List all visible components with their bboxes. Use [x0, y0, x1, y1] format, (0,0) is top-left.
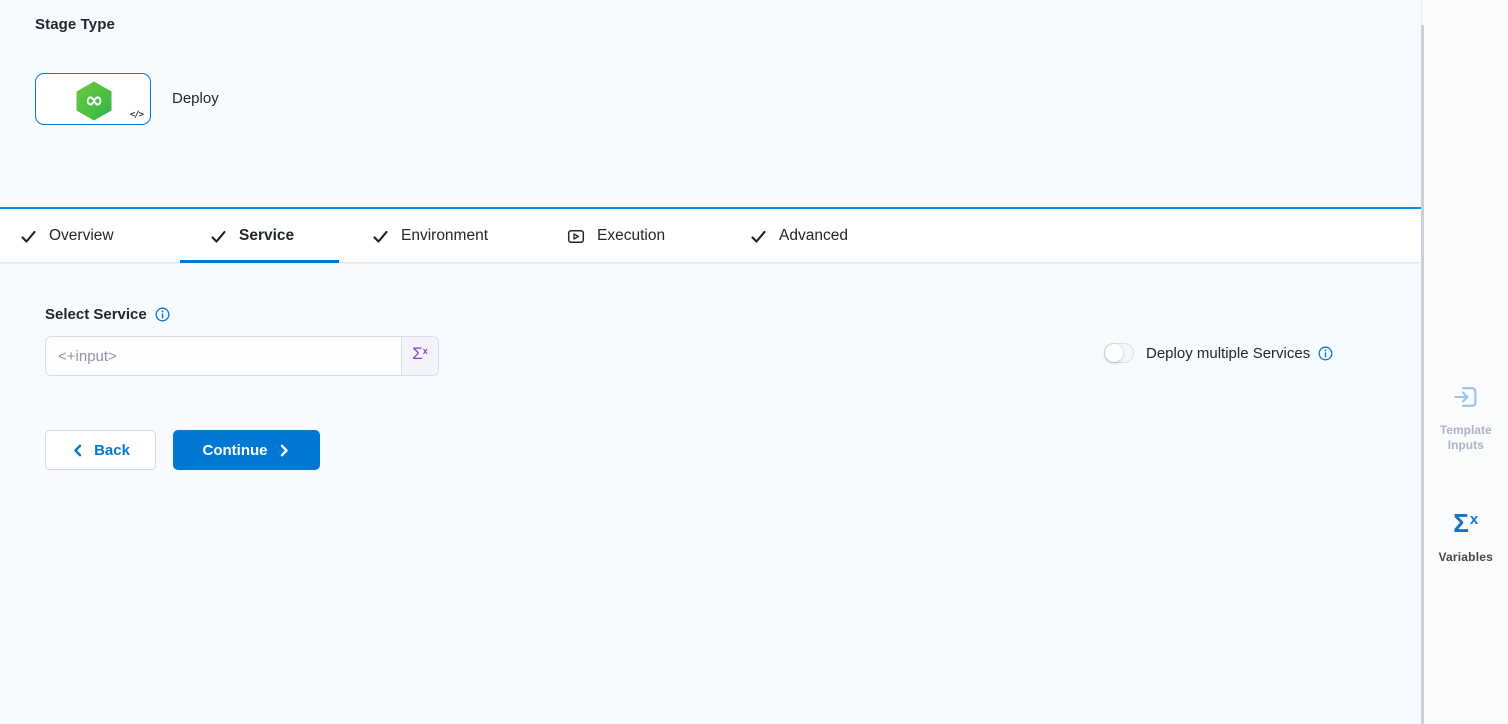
active-tab-underline — [180, 260, 339, 263]
select-service-label: Select Service — [45, 306, 147, 323]
info-icon[interactable] — [1318, 346, 1333, 361]
variables-sigma-icon: Σ x — [1453, 508, 1478, 538]
deploy-multiple-services-row: Deploy multiple Services — [1104, 343, 1333, 363]
deploy-multiple-services-toggle[interactable] — [1104, 343, 1134, 363]
template-inputs-icon — [1452, 383, 1480, 411]
sigma-sup-glyph: x — [423, 346, 428, 356]
chevron-right-icon — [277, 443, 291, 458]
stage-type-label: Stage Type — [35, 16, 115, 33]
deploy-stage-card[interactable]: ∞ </> — [35, 73, 151, 125]
variables-label: Variables — [1430, 550, 1502, 565]
stage-name: Deploy — [172, 90, 219, 107]
check-icon — [210, 228, 227, 245]
stage-type-section: Stage Type ∞ </> Deploy — [0, 0, 1421, 207]
continue-button-label: Continue — [203, 442, 268, 459]
chevron-left-icon — [71, 443, 85, 458]
tab-advanced-label: Advanced — [779, 227, 848, 245]
service-tab-content — [0, 264, 1421, 724]
tab-execution-label: Execution — [597, 227, 665, 245]
right-rail: Template Inputs Σ x Variables — [1424, 0, 1508, 724]
execution-icon — [567, 228, 585, 245]
select-service-input[interactable] — [46, 337, 401, 375]
back-button[interactable]: Back — [45, 430, 156, 470]
svg-text:∞: ∞ — [85, 89, 103, 114]
stage-tabbar: Overview Service Environment Execution — [0, 209, 1421, 263]
template-inputs-button[interactable]: Template Inputs — [1424, 383, 1508, 453]
continue-button[interactable]: Continue — [173, 430, 320, 470]
tab-overview[interactable]: Overview — [20, 209, 114, 263]
template-inputs-label: Template Inputs — [1430, 423, 1502, 453]
runtime-input-sigma-button[interactable]: Σ x — [401, 337, 438, 375]
deploy-multiple-services-label: Deploy multiple Services — [1146, 345, 1310, 362]
tab-service[interactable]: Service — [210, 209, 294, 263]
check-icon — [372, 228, 389, 245]
sigma-glyph: Σ — [412, 345, 423, 362]
toggle-knob — [1105, 344, 1123, 362]
info-icon[interactable] — [155, 307, 170, 322]
check-icon — [750, 228, 767, 245]
tab-advanced[interactable]: Advanced — [750, 209, 848, 263]
yaml-code-icon: </> — [130, 110, 143, 120]
back-button-label: Back — [94, 442, 130, 459]
variables-button[interactable]: Σ x Variables — [1424, 508, 1508, 565]
tab-environment-label: Environment — [401, 227, 488, 245]
pipeline-stage-panel: Stage Type ∞ </> Deploy — [0, 0, 1421, 724]
tab-execution[interactable]: Execution — [567, 209, 665, 263]
tab-environment[interactable]: Environment — [372, 209, 488, 263]
check-icon — [20, 228, 37, 245]
tab-overview-label: Overview — [49, 227, 114, 245]
select-service-input-group: Σ x — [45, 336, 439, 376]
select-service-label-row: Select Service — [45, 306, 170, 323]
cd-stage-hexagon-icon: ∞ — [75, 81, 113, 121]
tab-service-label: Service — [239, 227, 294, 245]
